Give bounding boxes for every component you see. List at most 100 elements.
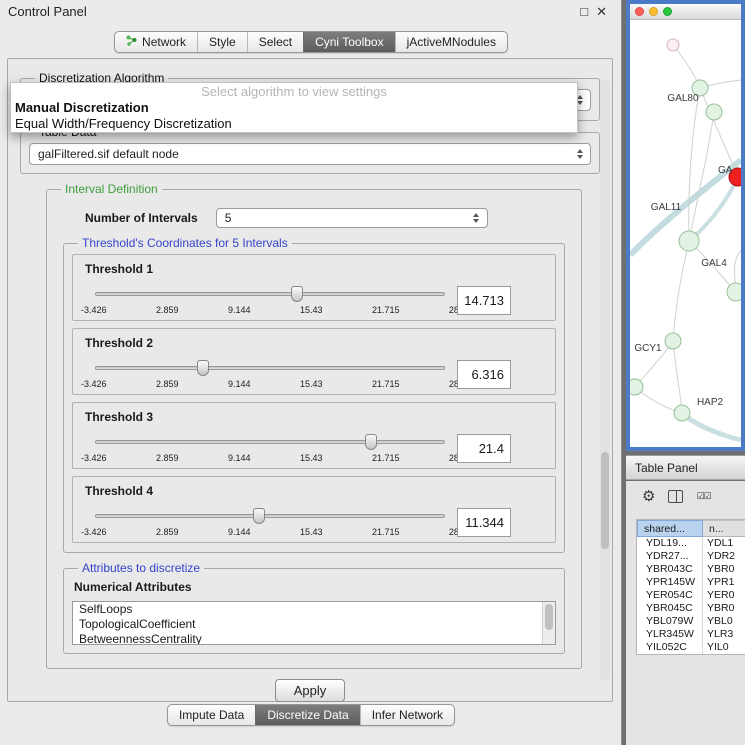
interval-definition-group: Interval Definition Number of Intervals … xyxy=(46,182,582,669)
threshold-label: Threshold 2 xyxy=(85,336,543,350)
dropdown-placeholder: Select algorithm to view settings xyxy=(11,83,577,100)
panel-scrollbar[interactable] xyxy=(600,79,610,681)
slider-scale: -3.426 2.859 9.144 15.43 21.715 28 xyxy=(81,527,459,537)
number-of-intervals-combobox[interactable]: 5 xyxy=(216,208,488,228)
tab-label: Cyni Toolbox xyxy=(315,35,383,49)
combo-value: galFiltered.sif default node xyxy=(38,147,573,161)
scrollbar-thumb[interactable] xyxy=(545,604,553,630)
threshold-panel: Threshold 2 -3.426 2.859 9.144 15 xyxy=(72,328,556,395)
threshold-slider[interactable] xyxy=(95,433,445,451)
scale-tick: -3.426 xyxy=(81,305,107,315)
table-data-combobox[interactable]: galFiltered.sif default node xyxy=(29,143,591,165)
scale-tick: 2.859 xyxy=(156,527,179,537)
cell: YDR2 xyxy=(703,550,745,563)
table-panel-toolbar: ⚙ ☑☑ xyxy=(626,481,745,511)
slider-track[interactable] xyxy=(95,366,445,370)
list-item[interactable]: SelfLoops xyxy=(73,602,555,617)
cell: YBR0 xyxy=(703,563,745,576)
network-node[interactable] xyxy=(727,283,741,301)
list-scrollbar[interactable] xyxy=(542,602,555,644)
gear-icon[interactable]: ⚙ xyxy=(642,489,655,504)
slider-thumb[interactable] xyxy=(291,286,303,302)
threshold-slider[interactable] xyxy=(95,285,445,303)
threshold-slider[interactable] xyxy=(95,359,445,377)
slider-track[interactable] xyxy=(95,514,445,518)
tab-style[interactable]: Style xyxy=(197,32,247,52)
network-node[interactable] xyxy=(679,231,699,251)
list-item[interactable]: BetweennessCentrality xyxy=(73,632,555,645)
column-header-shared-name[interactable]: shared... xyxy=(637,520,703,537)
threshold-value-field[interactable]: 11.344 xyxy=(457,508,511,537)
table-row[interactable]: YER054C YER0 xyxy=(637,589,745,602)
attributes-list[interactable]: SelfLoops TopologicalCoefficient Between… xyxy=(72,601,556,645)
scale-tick: -3.426 xyxy=(81,527,107,537)
list-item[interactable]: TopologicalCoefficient xyxy=(73,617,555,632)
table-row[interactable]: YIL052C YIL0 xyxy=(637,641,745,654)
table-row[interactable]: YBL079W YBL0 xyxy=(637,615,745,628)
tab-network[interactable]: Network xyxy=(115,32,197,52)
column-header-name[interactable]: n... xyxy=(703,520,745,537)
tab-jactivemodules[interactable]: jActiveMNodules xyxy=(395,32,507,52)
scale-tick: 9.144 xyxy=(228,453,251,463)
table-row[interactable]: YDR27... YDR2 xyxy=(637,550,745,563)
cell: YLR345W xyxy=(637,628,703,641)
network-node[interactable] xyxy=(630,379,643,395)
dropdown-item-equal-width-frequency[interactable]: Equal Width/Frequency Discretization xyxy=(11,116,577,132)
select-columns-icon[interactable]: ☑☑ xyxy=(696,492,710,501)
tab-select[interactable]: Select xyxy=(247,32,303,52)
cell: YIL052C xyxy=(637,641,703,654)
table-row[interactable]: YPR145W YPR1 xyxy=(637,576,745,589)
number-of-intervals-label: Number of Intervals xyxy=(85,211,198,225)
dropdown-item-manual-discretization[interactable]: Manual Discretization xyxy=(11,100,577,116)
close-traffic-light-icon[interactable] xyxy=(635,7,644,16)
combo-stepper-icon xyxy=(470,213,483,223)
scale-tick: 9.144 xyxy=(228,527,251,537)
network-node[interactable] xyxy=(674,405,690,421)
float-window-icon[interactable]: □ xyxy=(580,1,588,23)
cell: YER0 xyxy=(703,589,745,602)
network-canvas[interactable]: GAL80 GA GAL11 GAL4 GCY1 HAP2 xyxy=(630,20,741,447)
tab-cyni-toolbox[interactable]: Cyni Toolbox xyxy=(303,32,394,52)
tab-infer-network[interactable]: Infer Network xyxy=(360,705,454,725)
cell: YBR043C xyxy=(637,563,703,576)
threshold-panel: Threshold 1 -3.426 2.859 9.144 15 xyxy=(72,254,556,321)
network-node[interactable] xyxy=(667,39,679,51)
node-label: GAL11 xyxy=(651,202,682,213)
slider-thumb[interactable] xyxy=(253,508,265,524)
table-row[interactable]: YLR345W YLR3 xyxy=(637,628,745,641)
threshold-value-field[interactable]: 14.713 xyxy=(457,286,511,315)
slider-track[interactable] xyxy=(95,292,445,296)
threshold-value-field[interactable]: 6.316 xyxy=(457,360,511,389)
slider-track[interactable] xyxy=(95,440,445,444)
group-title: Attributes to discretize xyxy=(78,561,204,575)
bottom-tab-bar: Impute Data Discretize Data Infer Networ… xyxy=(167,704,455,726)
tab-label: Select xyxy=(259,35,292,49)
numerical-attributes-label: Numerical Attributes xyxy=(74,580,556,594)
scrollbar-thumb[interactable] xyxy=(601,452,609,548)
apply-button[interactable]: Apply xyxy=(275,679,346,702)
close-icon[interactable]: ✕ xyxy=(596,1,607,23)
cell: YDL19... xyxy=(637,537,703,550)
tab-label: Network xyxy=(142,35,186,49)
threshold-value-field[interactable]: 21.4 xyxy=(457,434,511,463)
scale-tick: 2.859 xyxy=(156,305,179,315)
node-label: GAL80 xyxy=(667,93,699,104)
threshold-slider[interactable] xyxy=(95,507,445,525)
zoom-traffic-light-icon[interactable] xyxy=(663,7,672,16)
network-node[interactable] xyxy=(665,333,681,349)
combo-value: 5 xyxy=(225,211,470,225)
table-row[interactable]: YBR043C YBR0 xyxy=(637,563,745,576)
tab-impute-data[interactable]: Impute Data xyxy=(168,705,255,725)
table-row[interactable]: YDL19... YDL1 xyxy=(637,537,745,550)
group-title: Interval Definition xyxy=(61,182,162,196)
minimize-traffic-light-icon[interactable] xyxy=(649,7,658,16)
table-header-row: shared... n... xyxy=(637,520,745,537)
scale-tick: 21.715 xyxy=(372,453,400,463)
network-node[interactable] xyxy=(706,104,722,120)
tab-label: Style xyxy=(209,35,236,49)
slider-thumb[interactable] xyxy=(197,360,209,376)
columns-icon[interactable] xyxy=(668,490,683,503)
tab-discretize-data[interactable]: Discretize Data xyxy=(255,705,359,725)
slider-thumb[interactable] xyxy=(365,434,377,450)
table-row[interactable]: YBR045C YBR0 xyxy=(637,602,745,615)
